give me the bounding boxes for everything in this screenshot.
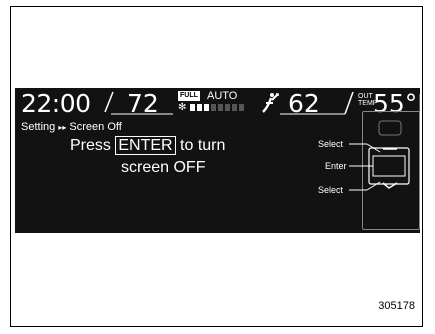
select-up-control[interactable] xyxy=(378,120,402,136)
control-knob-diagram xyxy=(349,120,410,191)
figure-id: 305178 xyxy=(378,300,415,312)
enter-label: Enter xyxy=(325,161,347,171)
display-screen: 22:00 72 FULL AUTO ✻ 62 OUT TEMP 55°F Se… xyxy=(15,88,420,233)
select-up-label: Select xyxy=(318,139,344,149)
select-down-label: Select xyxy=(318,185,344,195)
